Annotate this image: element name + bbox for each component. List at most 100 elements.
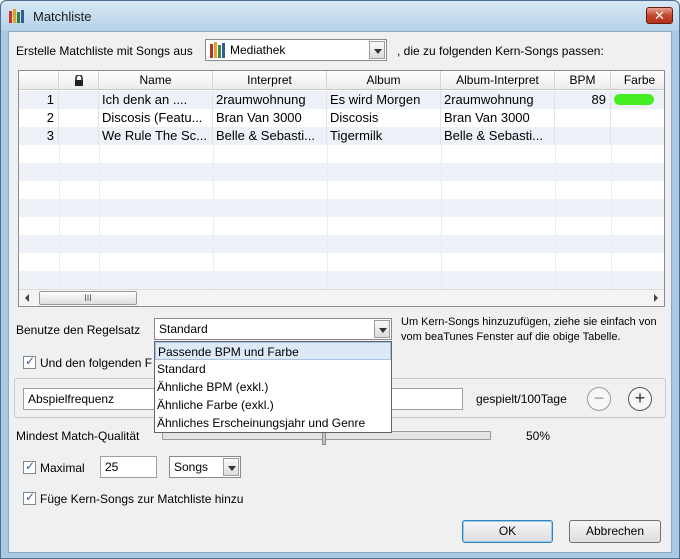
- filter-checkbox-label: Und den folgenden F: [40, 356, 153, 370]
- ruleset-option[interactable]: Ähnliches Erscheinungsjahr und Genre: [155, 414, 391, 432]
- filter-field-value: Abspielfrequenz: [28, 392, 115, 406]
- app-icon: [9, 9, 24, 23]
- ruleset-select[interactable]: Standard: [154, 318, 392, 340]
- row-album-artist: Belle & Sebasti...: [441, 127, 555, 145]
- col-header-album[interactable]: Album: [327, 71, 441, 90]
- grid-line: [59, 145, 60, 289]
- row-name: We Rule The Sc...: [99, 127, 213, 145]
- lock-icon: [74, 74, 83, 86]
- title-bar[interactable]: Matchliste ✕: [1, 1, 679, 31]
- chevron-left-icon: [25, 294, 29, 302]
- add-filter-button[interactable]: +: [628, 387, 652, 411]
- empty-row: [19, 145, 664, 163]
- source-value: Mediathek: [230, 43, 286, 57]
- maximal-count-input[interactable]: 25: [100, 456, 157, 478]
- scroll-left-button[interactable]: [19, 290, 36, 306]
- row-album-artist: 2raumwohnung: [441, 91, 555, 109]
- scrollbar-thumb[interactable]: III: [39, 291, 137, 305]
- col-header-name[interactable]: Name: [99, 71, 213, 90]
- col-header-album-artist[interactable]: Album-Interpret: [441, 71, 555, 90]
- horizontal-scrollbar[interactable]: III: [19, 289, 664, 306]
- grid-line: [611, 145, 612, 289]
- cancel-button[interactable]: Abbrechen: [569, 520, 661, 543]
- dialog-body: Erstelle Matchliste mit Songs aus Mediat…: [8, 31, 672, 553]
- col-header-artist[interactable]: Interpret: [213, 71, 327, 90]
- ruleset-option[interactable]: Ähnliche BPM (exkl.): [155, 378, 391, 396]
- quality-label: Mindest Match-Qualität: [16, 429, 140, 443]
- empty-row: [19, 181, 664, 199]
- add-core-songs-checkbox[interactable]: [23, 490, 36, 505]
- row-bpm: [555, 109, 611, 127]
- filter-unit-label: gespielt/100Tage: [476, 392, 567, 406]
- maximal-checkbox[interactable]: [23, 459, 36, 474]
- row-number: 1: [19, 91, 59, 109]
- empty-row: [19, 253, 664, 271]
- empty-row: [19, 217, 664, 235]
- ok-button[interactable]: OK: [462, 520, 553, 543]
- table-row[interactable]: 3 We Rule The Sc... Belle & Sebasti... T…: [19, 127, 664, 145]
- row-album: Discosis: [327, 109, 441, 127]
- source-prefix-label: Erstelle Matchliste mit Songs aus: [16, 44, 193, 58]
- col-header-number[interactable]: [19, 71, 59, 90]
- empty-row: [19, 271, 664, 289]
- grid-line: [213, 145, 214, 289]
- col-header-color[interactable]: Farbe: [611, 71, 664, 90]
- row-album-artist: Bran Van 3000: [441, 109, 555, 127]
- color-swatch: [614, 94, 654, 105]
- chevron-down-icon[interactable]: [223, 458, 239, 476]
- row-lock-cell: [59, 127, 99, 145]
- col-header-lock[interactable]: [59, 71, 99, 90]
- ruleset-hint: Um Kern-Songs hinzuzufügen, ziehe sie ei…: [401, 316, 657, 343]
- row-album: Es wird Morgen: [327, 91, 441, 109]
- row-lock-cell: [59, 109, 99, 127]
- table-header: Name Interpret Album Album-Interpret BPM…: [19, 71, 664, 90]
- library-icon: [210, 42, 225, 58]
- close-button[interactable]: ✕: [646, 7, 673, 24]
- col-header-bpm[interactable]: BPM: [555, 71, 611, 90]
- maximal-count-value: 25: [105, 460, 119, 474]
- row-name: Discosis (Featu...: [99, 109, 213, 127]
- scroll-right-button[interactable]: [647, 290, 664, 306]
- add-core-songs-label: Füge Kern-Songs zur Matchliste hinzu: [40, 492, 244, 506]
- source-select[interactable]: Mediathek: [205, 39, 387, 61]
- maximal-unit-select[interactable]: Songs: [169, 456, 241, 478]
- ruleset-option[interactable]: Standard: [155, 360, 391, 378]
- row-bpm: 89: [555, 91, 611, 109]
- quality-value: 50%: [526, 429, 551, 443]
- ruleset-label: Benutze den Regelsatz: [16, 323, 141, 337]
- table-row[interactable]: 2 Discosis (Featu... Bran Van 3000 Disco…: [19, 109, 664, 127]
- grid-line: [555, 145, 556, 289]
- row-number: 3: [19, 127, 59, 145]
- chevron-down-icon[interactable]: [369, 41, 385, 59]
- ruleset-option[interactable]: Ähnliche Farbe (exkl.): [155, 396, 391, 414]
- empty-row: [19, 199, 664, 217]
- row-lock-cell: [59, 91, 99, 109]
- chevron-down-icon[interactable]: [374, 320, 390, 338]
- row-artist: 2raumwohnung: [213, 91, 327, 109]
- row-bpm: [555, 127, 611, 145]
- filter-checkbox[interactable]: [23, 354, 36, 369]
- ruleset-option[interactable]: Passende BPM und Farbe: [155, 342, 391, 360]
- row-number: 2: [19, 109, 59, 127]
- empty-row: [19, 235, 664, 253]
- row-color: [611, 127, 664, 145]
- table-row[interactable]: 1 Ich denk an .... 2raumwohnung Es wird …: [19, 91, 664, 109]
- grid-line: [327, 145, 328, 289]
- row-color: [611, 109, 664, 127]
- core-songs-table[interactable]: Name Interpret Album Album-Interpret BPM…: [18, 70, 665, 307]
- row-name: Ich denk an ....: [99, 91, 213, 109]
- row-album: Tigermilk: [327, 127, 441, 145]
- ruleset-value: Standard: [159, 322, 208, 336]
- matchliste-window: Matchliste ✕ Erstelle Matchliste mit Son…: [0, 0, 680, 559]
- source-suffix-label: , die zu folgenden Kern-Songs passen:: [397, 44, 604, 58]
- grid-line: [441, 145, 442, 289]
- remove-filter-button[interactable]: −: [587, 387, 611, 411]
- row-artist: Belle & Sebasti...: [213, 127, 327, 145]
- window-title: Matchliste: [33, 9, 92, 24]
- empty-row: [19, 163, 664, 181]
- ruleset-dropdown-list[interactable]: Passende BPM und Farbe Standard Ähnliche…: [154, 341, 392, 433]
- maximal-unit-value: Songs: [174, 460, 209, 474]
- row-color: [611, 91, 664, 109]
- maximal-label: Maximal: [40, 461, 85, 475]
- chevron-right-icon: [654, 294, 658, 302]
